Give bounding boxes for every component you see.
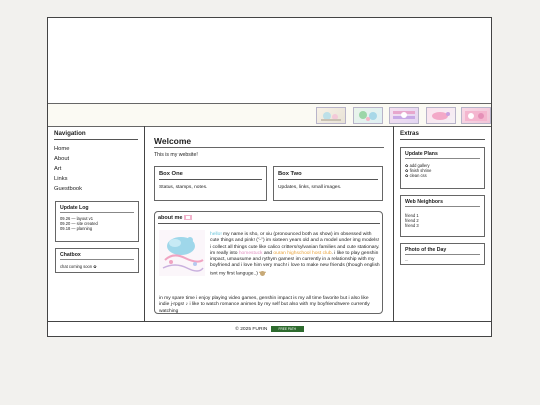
photo-caption: ...: [405, 257, 409, 262]
avatar-illustration: [159, 230, 205, 276]
chatbox: Chatbox chat coming soon ✿: [55, 248, 139, 273]
box-one-body: Status, stamps, notes.: [159, 185, 208, 190]
nav-title: Navigation: [54, 130, 138, 140]
nav-link-about[interactable]: About: [54, 154, 144, 164]
stamp-image[interactable]: [389, 107, 419, 124]
footer-copyright: © 2025 FURIN: [235, 327, 268, 332]
footer: © 2025 FURIN FREE PATH: [48, 321, 491, 338]
nav-link-home[interactable]: Home: [54, 144, 144, 154]
about-me-title: about me: [158, 215, 382, 221]
stamp-image[interactable]: [461, 107, 491, 124]
extras-title: Extras: [400, 130, 485, 140]
plan-item: ✿ clean css: [405, 173, 427, 178]
update-plans-box: Update Plans ✿ add gallery ✿ finish shri…: [400, 147, 485, 189]
update-log-box: Update Log 09.26 — layout v1 09.20 — sit…: [55, 201, 139, 242]
main-content: Welcome This is my website! Box One Stat…: [145, 126, 394, 321]
cat-sticker-icon: [259, 270, 267, 278]
about-me-paragraph: hello! my name is sho, or xiu (pronounce…: [210, 232, 380, 277]
footer-badge[interactable]: FREE PATH: [270, 325, 304, 332]
sticker-icon: [183, 215, 192, 221]
intro-text: This is my website!: [154, 152, 198, 158]
box-two: Box Two Updates, links, small images.: [273, 166, 383, 201]
web-neighbors-box: Web Neighbors friend 1 friend 2 friend 3: [400, 195, 485, 237]
stamp-image[interactable]: [316, 107, 346, 124]
stamp-image[interactable]: [353, 107, 383, 124]
box-two-title: Box Two: [278, 171, 378, 180]
chatbox-text: chat coming soon ✿: [60, 264, 97, 269]
box-one-title: Box One: [159, 171, 262, 180]
neighbor-link[interactable]: friend 3: [405, 223, 480, 228]
update-plans-title: Update Plans: [405, 151, 480, 159]
box-two-body: Updates, links, small images.: [278, 185, 342, 190]
page-title: Welcome: [154, 136, 192, 146]
nav-link-guestbook[interactable]: Guestbook: [54, 184, 144, 194]
stamp-image[interactable]: [426, 107, 456, 124]
nav-link-links[interactable]: Links: [54, 174, 144, 184]
chatbox-title: Chatbox: [60, 252, 134, 260]
interest-homestuck: homestuck: [238, 250, 263, 256]
box-one: Box One Status, stamps, notes.: [154, 166, 267, 201]
about-me-box: about me hello! my name is sho, or xiu (…: [154, 211, 383, 314]
nav-menu: Home About Art Links Guestbook: [54, 144, 144, 194]
update-log-title: Update Log: [60, 205, 134, 213]
hello-text: hello!: [210, 232, 222, 237]
about-text-part: and: [262, 250, 274, 256]
photo-of-day-box: Photo of the Day ...: [400, 243, 485, 265]
nav-link-art[interactable]: Art: [54, 164, 144, 174]
header-banner: [48, 18, 491, 104]
update-log-entry: 09.18 — planning: [60, 226, 93, 231]
about-me-title-text: about me: [158, 215, 183, 221]
photo-of-day-title: Photo of the Day: [405, 247, 480, 255]
right-sidebar: Extras Update Plans ✿ add gallery ✿ fini…: [394, 126, 491, 321]
about-me-divider: [158, 223, 380, 224]
site-frame: Navigation Home About Art Links Guestboo…: [47, 17, 492, 337]
web-neighbors-title: Web Neighbors: [405, 199, 480, 207]
stamp-bar: [48, 104, 491, 127]
left-sidebar: Navigation Home About Art Links Guestboo…: [48, 126, 145, 321]
about-me-paragraph-2: in my spare time i enjoy playing video g…: [159, 296, 370, 314]
interest-ouran: ouran highschool host club: [273, 250, 332, 256]
title-divider: [154, 147, 384, 148]
